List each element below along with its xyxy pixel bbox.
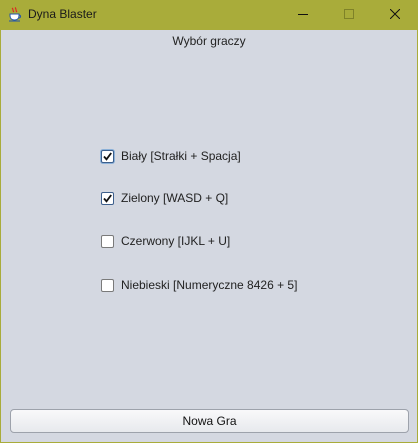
- player-selection-heading: Wybór graczy: [172, 34, 246, 48]
- close-icon: [389, 6, 401, 24]
- player-label-white: Biały [Strałki + Spacja]: [121, 149, 241, 163]
- new-game-button[interactable]: Nowa Gra: [10, 409, 409, 433]
- player-label-blue: Niebieski [Numeryczne 8426 + 5]: [121, 278, 298, 292]
- player-option-red[interactable]: Czerwony [IJKL + U]: [101, 233, 230, 249]
- window-title: Dyna Blaster: [28, 7, 97, 21]
- player-label-red: Czerwony [IJKL + U]: [121, 234, 231, 248]
- maximize-button: [326, 0, 372, 29]
- minimize-icon: [298, 6, 308, 24]
- java-cup-icon: [7, 6, 23, 22]
- close-button[interactable]: [372, 0, 418, 29]
- player-option-green[interactable]: Zielony [WASD + Q]: [101, 190, 228, 206]
- minimize-button[interactable]: [280, 0, 326, 29]
- player-option-white[interactable]: Biały [Strałki + Spacja]: [101, 148, 241, 164]
- checkbox-blue[interactable]: [101, 278, 114, 292]
- app-window: Dyna Blaster Wybór graczy Biały [Strałki…: [0, 0, 418, 443]
- title-bar[interactable]: Dyna Blaster: [1, 0, 418, 30]
- checkbox-red[interactable]: [101, 234, 114, 248]
- checkbox-white[interactable]: [101, 149, 114, 163]
- player-option-blue[interactable]: Niebieski [Numeryczne 8426 + 5]: [101, 277, 297, 293]
- maximize-icon: [344, 6, 354, 24]
- checkbox-green[interactable]: [101, 191, 114, 205]
- player-label-green: Zielony [WASD + Q]: [121, 191, 229, 205]
